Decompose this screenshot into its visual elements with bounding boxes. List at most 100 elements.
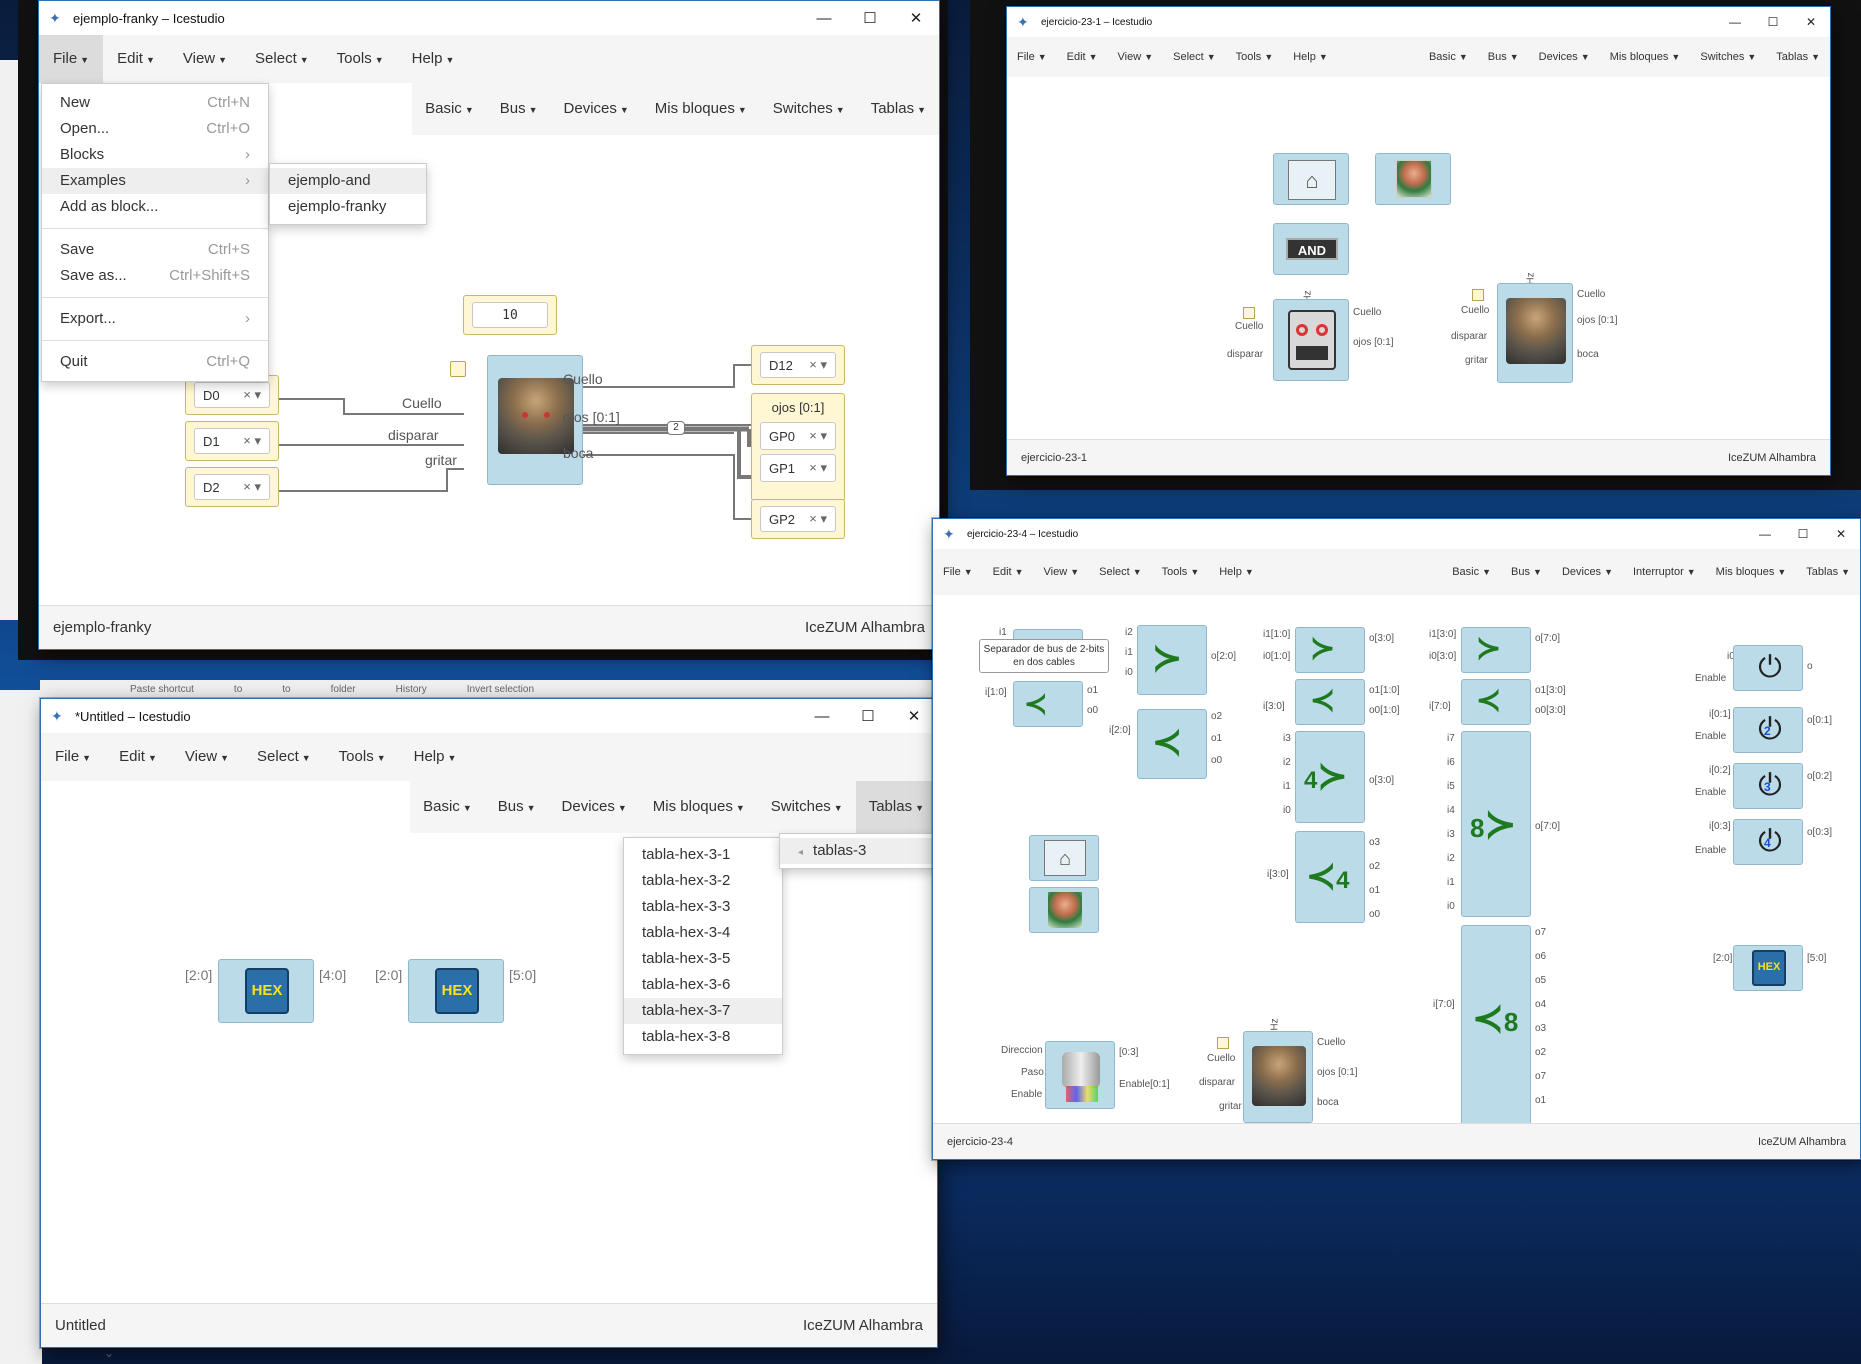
menu-edit[interactable]: Edit ▼	[983, 552, 1034, 592]
enable-block-4[interactable]: ⏻ 4	[1733, 819, 1803, 865]
hex-table-block[interactable]: HEX	[1733, 945, 1803, 991]
chevron-down-icon[interactable]: ⌄	[104, 1346, 114, 1360]
output-group-ojos[interactable]: ojos [0:1] GP0 × ▾ GP1 × ▾	[751, 393, 845, 501]
maximize-button[interactable]: ☐	[1754, 7, 1792, 37]
close-button[interactable]: ✕	[1822, 519, 1860, 549]
input-pin-d1[interactable]: D1 × ▾	[185, 421, 279, 461]
toolbar-bus[interactable]: Bus ▼	[1478, 37, 1529, 77]
menu-help[interactable]: Help ▼	[398, 35, 469, 83]
file-save[interactable]: Save Ctrl+S	[42, 237, 268, 263]
franky-block[interactable]	[1243, 1031, 1313, 1123]
menu-select[interactable]: Select ▼	[241, 35, 323, 83]
menu-view[interactable]: View ▼	[1108, 37, 1164, 77]
toolbar-switches[interactable]: Switches ▼	[760, 83, 858, 135]
toolbar-switches[interactable]: Switches ▼	[1690, 37, 1766, 77]
maximize-button[interactable]: ☐	[1784, 519, 1822, 549]
menu-help[interactable]: Help ▼	[1283, 37, 1338, 77]
menu-edit[interactable]: Edit ▼	[1057, 37, 1108, 77]
menu-tools[interactable]: Tools ▼	[1152, 552, 1210, 592]
toolbar-tablas[interactable]: Tablas ▼	[858, 83, 939, 135]
tabla-hex-3-1[interactable]: tabla-hex-3-1	[624, 842, 782, 868]
menu-file[interactable]: File ▼	[39, 35, 104, 83]
tablas-3-item[interactable]: ◂ tablas-3	[780, 838, 937, 864]
bus-split4b-block[interactable]: ≺	[1461, 679, 1531, 725]
pin-dropdown-icon[interactable]: × ▾	[809, 511, 827, 527]
toolbar-mis-bloques[interactable]: Mis bloques ▼	[640, 781, 758, 833]
enable-block-2[interactable]: ⏻ 2	[1733, 707, 1803, 753]
menu-tools[interactable]: Tools ▼	[1226, 37, 1284, 77]
file-save-as[interactable]: Save as... Ctrl+Shift+S	[42, 263, 268, 289]
output-pin-d12[interactable]: D12 × ▾	[751, 345, 845, 385]
toolbar-devices[interactable]: Devices ▼	[551, 83, 642, 135]
file-blocks[interactable]: Blocks ›	[42, 142, 268, 168]
toolbar-basic[interactable]: Basic ▼	[410, 781, 485, 833]
toolbar-basic[interactable]: Basic ▼	[1442, 552, 1501, 592]
tabla-hex-3-5[interactable]: tabla-hex-3-5	[624, 946, 782, 972]
toolbar-interruptor[interactable]: Interruptor ▼	[1623, 552, 1706, 592]
menu-help[interactable]: Help ▼	[1209, 552, 1264, 592]
board-name[interactable]: IceZUM Alhambra	[803, 1317, 923, 1334]
menu-select[interactable]: Select ▼	[243, 733, 325, 781]
minimize-button[interactable]: —	[801, 1, 847, 35]
menu-select[interactable]: Select ▼	[1163, 37, 1226, 77]
pin-dropdown-icon[interactable]: × ▾	[243, 387, 261, 403]
and-gate-block[interactable]: AND	[1273, 223, 1349, 275]
minimize-button[interactable]: —	[1716, 7, 1754, 37]
design-canvas[interactable]: i1 Separador de bus de 2-bits en dos cab…	[933, 595, 1860, 1125]
tabla-hex-3-7[interactable]: tabla-hex-3-7	[624, 998, 782, 1024]
menu-edit[interactable]: Edit ▼	[103, 35, 169, 83]
menu-view[interactable]: View ▼	[171, 733, 243, 781]
output-pin-gp2[interactable]: GP2 × ▾	[751, 499, 845, 539]
constant-block[interactable]: 10	[463, 295, 557, 335]
pin-dropdown-icon[interactable]: × ▾	[243, 479, 261, 495]
bus-join3-block[interactable]: ≻	[1137, 625, 1207, 695]
example-franky[interactable]: ejemplo-franky	[270, 194, 426, 220]
toolbar-devices[interactable]: Devices ▼	[1552, 552, 1623, 592]
tabla-hex-3-4[interactable]: tabla-hex-3-4	[624, 920, 782, 946]
tabla-hex-3-8[interactable]: tabla-hex-3-8	[624, 1024, 782, 1050]
bus-join4-block[interactable]: 4≻	[1295, 731, 1365, 823]
board-name[interactable]: IceZUM Alhambra	[805, 619, 925, 636]
minimize-button[interactable]: —	[1746, 519, 1784, 549]
pin-dropdown-icon[interactable]: × ▾	[809, 460, 827, 476]
maximize-button[interactable]: ☐	[847, 1, 893, 35]
menu-tools[interactable]: Tools ▼	[323, 35, 398, 83]
portrait-block[interactable]	[1029, 887, 1099, 933]
menu-file[interactable]: File ▼	[1007, 37, 1057, 77]
toolbar-basic[interactable]: Basic ▼	[1419, 37, 1478, 77]
file-examples[interactable]: Examples ›	[42, 168, 268, 194]
hex-table-block-1[interactable]: HEX	[218, 959, 314, 1023]
maximize-button[interactable]: ☐	[845, 699, 891, 733]
board-name[interactable]: IceZUM Alhambra	[1758, 1136, 1846, 1148]
toolbar-tablas[interactable]: Tablas ▼	[1766, 37, 1830, 77]
toolbar-switches[interactable]: Switches ▼	[758, 781, 856, 833]
menu-help[interactable]: Help ▼	[400, 733, 471, 781]
pin-dropdown-icon[interactable]: × ▾	[809, 428, 827, 444]
tabla-hex-3-2[interactable]: tabla-hex-3-2	[624, 868, 782, 894]
close-button[interactable]: ✕	[891, 699, 937, 733]
input-pin-d2[interactable]: D2 × ▾	[185, 467, 279, 507]
stepper-motor-block[interactable]	[1045, 1041, 1115, 1109]
toolbar-devices[interactable]: Devices ▼	[1529, 37, 1600, 77]
close-button[interactable]: ✕	[1792, 7, 1830, 37]
menu-view[interactable]: View ▼	[169, 35, 241, 83]
bus-split2b-block[interactable]: ≺	[1295, 679, 1365, 725]
toolbar-mis-bloques[interactable]: Mis bloques ▼	[642, 83, 760, 135]
pin-dropdown-icon[interactable]: × ▾	[809, 357, 827, 373]
sketch-block[interactable]: ⌂	[1029, 835, 1099, 881]
toolbar-tablas[interactable]: Tablas ▼	[855, 781, 937, 833]
bus-join2b-block[interactable]: ≻	[1295, 627, 1365, 673]
board-name[interactable]: IceZUM Alhambra	[1728, 452, 1816, 464]
menu-file[interactable]: File ▼	[41, 733, 105, 781]
menu-tools[interactable]: Tools ▼	[325, 733, 400, 781]
design-canvas[interactable]: [2:0] HEX [4:0] [2:0] HEX [5:0]	[41, 833, 937, 1303]
toolbar-mis-bloques[interactable]: Mis bloques ▼	[1600, 37, 1691, 77]
tabla-hex-3-3[interactable]: tabla-hex-3-3	[624, 894, 782, 920]
bus-join4b-block[interactable]: ≻	[1461, 627, 1531, 673]
file-new[interactable]: New Ctrl+N	[42, 90, 268, 116]
bus-split3-block[interactable]: ≺	[1137, 709, 1207, 779]
file-add-as-block[interactable]: Add as block...	[42, 194, 268, 220]
bus-split8-block[interactable]: ≺8	[1461, 925, 1531, 1125]
robot-block[interactable]	[1273, 299, 1349, 381]
toolbar-basic[interactable]: Basic ▼	[412, 83, 487, 135]
